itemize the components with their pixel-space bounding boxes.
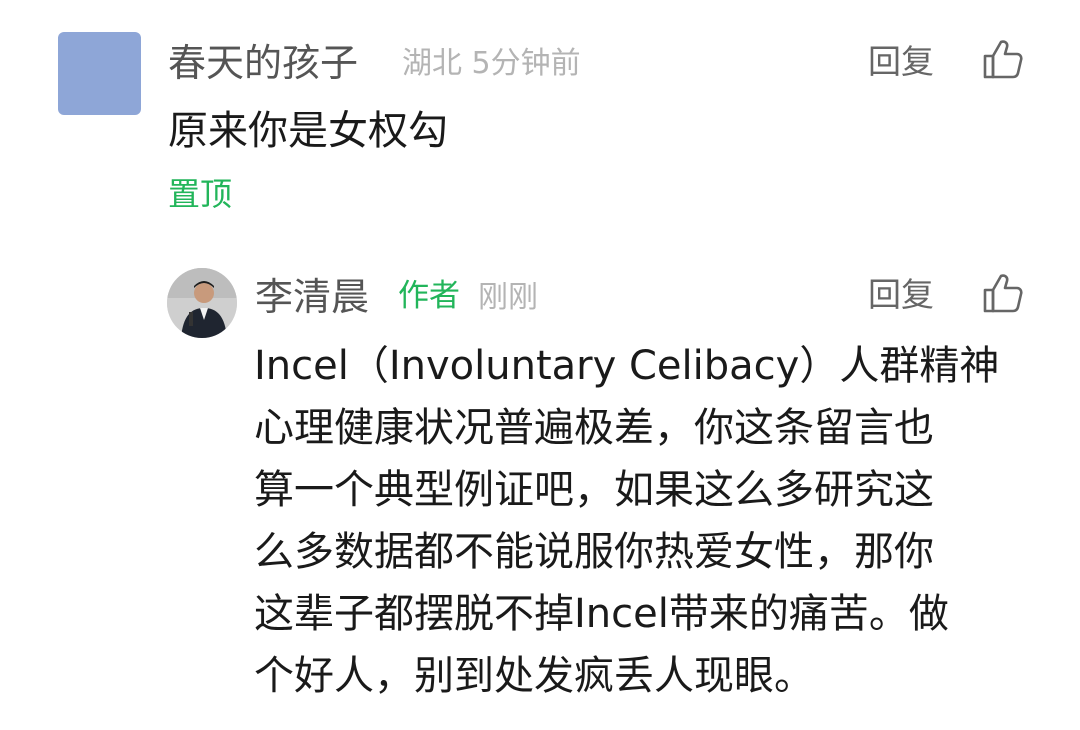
thumbs-up-icon [983,274,1023,313]
like-button[interactable] [982,38,1024,80]
reply-text-line: 么多数据都不能说服你热爱女性，那你 [254,529,934,575]
pin-button[interactable]: 置顶 [168,172,232,216]
reply-text-line: 算一个典型例证吧，如果这么多研究这 [254,467,934,513]
author-photo [167,268,237,338]
reply-button[interactable]: 回复 [868,40,934,84]
comment-meta: 湖北 5分钟前 [402,42,581,86]
reply-text-line: 个好人，别到处发疯丢人现眼。 [254,653,814,699]
reply-text: Incel（Involuntary Celibacy）人群精神 心理健康状况普遍… [254,335,1024,707]
comment-username[interactable]: 春天的孩子 [168,38,358,88]
author-avatar[interactable] [167,268,237,338]
reply-time: 刚刚 [478,280,538,315]
reply-button[interactable]: 回复 [868,273,934,317]
comment-text: 原来你是女权勾 [168,108,448,154]
reply-text-line: Incel（Involuntary Celibacy）人群精神 [254,343,1000,389]
author-username[interactable]: 李清晨 [255,272,369,322]
comment-location: 湖北 [402,46,462,81]
comment-time: 5分钟前 [471,46,581,81]
reply-text-line: 心理健康状况普遍极差，你这条留言也 [254,405,934,451]
avatar[interactable] [58,32,141,115]
reply-text-line: 这辈子都摆脱不掉Incel带来的痛苦。做 [254,591,949,637]
like-button[interactable] [982,272,1024,314]
author-badge: 作者 [398,278,460,314]
thumbs-up-icon [983,40,1023,79]
